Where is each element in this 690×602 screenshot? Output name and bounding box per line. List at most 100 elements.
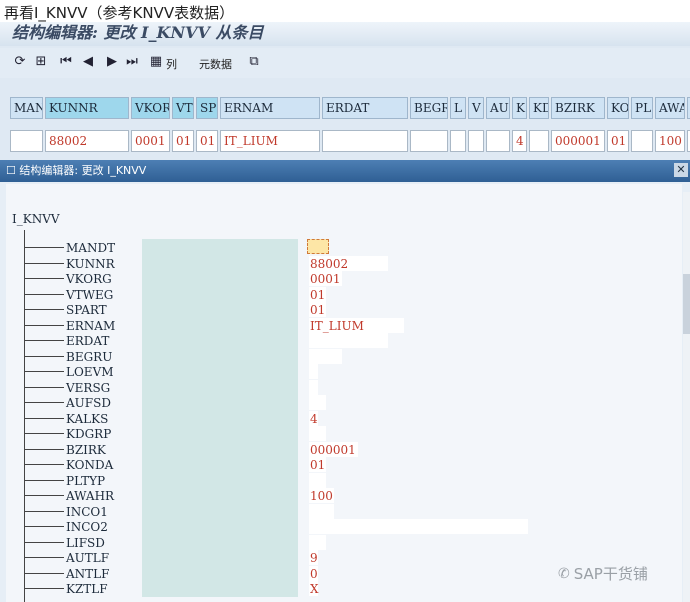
field-type-bar — [142, 425, 298, 442]
column-header[interactable]: BEGR — [410, 97, 448, 119]
grid-cell[interactable]: 0001 — [131, 130, 170, 152]
grid-cell[interactable] — [10, 130, 43, 152]
field-value[interactable] — [309, 395, 326, 410]
grid-cell[interactable]: 000001 — [551, 130, 605, 152]
field-type-bar — [142, 347, 298, 365]
field-value[interactable] — [309, 333, 388, 348]
grid-cell[interactable]: 4 — [512, 130, 527, 152]
grid-cell[interactable] — [322, 130, 408, 152]
columns-button[interactable]: 列 — [166, 56, 177, 72]
grid-cell[interactable] — [410, 130, 448, 152]
grid-cell[interactable]: 01 — [196, 130, 218, 152]
column-header[interactable]: ERDAT — [322, 97, 408, 119]
last-page-icon[interactable]: ⏭ — [124, 54, 140, 70]
field-value[interactable]: 000001 — [309, 441, 358, 457]
column-header[interactable]: VT — [172, 97, 194, 119]
grid-cell[interactable]: 100 — [655, 130, 685, 152]
column-header[interactable]: KUNNR — [45, 97, 129, 119]
field-type-bar — [142, 316, 298, 334]
tree-branch — [24, 371, 64, 372]
field-value[interactable]: 4 — [309, 410, 318, 426]
column-header[interactable]: K — [512, 97, 527, 119]
scroll-thumb[interactable] — [683, 274, 690, 334]
grid-cell[interactable] — [450, 130, 466, 152]
field-value[interactable]: 88002 — [309, 255, 388, 271]
columns-icon[interactable]: ▦ — [148, 54, 164, 70]
tree-field-row: KALKS 4 — [24, 409, 624, 427]
grid-cell[interactable] — [529, 130, 549, 152]
tree-field-row: VERSG — [24, 378, 624, 396]
field-value[interactable] — [309, 472, 326, 488]
grid-cell[interactable]: 01 — [172, 130, 194, 152]
field-value[interactable]: 0001 — [309, 271, 342, 286]
column-header[interactable]: VKOR — [131, 97, 170, 119]
field-value[interactable] — [309, 426, 326, 441]
tree-branch — [24, 262, 64, 264]
grid-cell[interactable] — [486, 130, 510, 152]
metadata-button[interactable]: 元数据 — [199, 56, 232, 72]
field-name: BEGRU — [66, 349, 113, 364]
field-value[interactable]: 9 — [309, 550, 318, 565]
column-header[interactable]: KO — [607, 97, 629, 119]
tree-field-row: VTWEG 01 — [24, 285, 624, 303]
field-value[interactable]: 0 — [309, 565, 318, 581]
grid-cell[interactable]: IT_LIUM — [220, 130, 320, 152]
grid-cell[interactable]: 01 — [607, 130, 629, 152]
toolbar: ⟳ ⊞ ⏮ ◀ ▶ ⏭ ▦ 列 元数据 ⧉ — [0, 48, 690, 78]
field-value[interactable] — [309, 364, 318, 379]
previous-icon[interactable]: ◀ — [80, 54, 96, 70]
field-name: KUNNR — [66, 256, 115, 271]
field-value[interactable]: 100 — [309, 488, 334, 503]
tree-branch — [24, 448, 64, 450]
field-name: SPART — [66, 303, 107, 317]
field-value[interactable] — [309, 519, 528, 534]
grid-cell[interactable] — [631, 130, 653, 152]
mandt-cursor-field[interactable] — [307, 239, 329, 254]
tree-field-row: KONDA 01 — [24, 456, 624, 473]
tree-branch — [24, 464, 64, 465]
field-type-bar — [142, 409, 298, 427]
grid-cell[interactable] — [468, 130, 484, 152]
field-type-bar — [142, 471, 298, 489]
close-icon[interactable]: ✕ — [674, 163, 688, 177]
tree-field-row: PLTYP — [24, 471, 624, 489]
column-header[interactable]: AU — [486, 97, 510, 119]
tree-branch — [24, 386, 64, 388]
field-value[interactable] — [309, 348, 342, 364]
field-type-bar — [142, 564, 298, 582]
field-value[interactable]: 01 — [309, 457, 326, 472]
column-header[interactable]: BZIRK — [551, 97, 605, 119]
column-header[interactable]: V — [468, 97, 484, 119]
field-value[interactable] — [309, 534, 326, 550]
field-value[interactable] — [309, 379, 318, 395]
tree-field-row: KZTLF X — [24, 580, 624, 597]
column-header[interactable]: AWA — [655, 97, 685, 119]
tree-branch — [24, 510, 64, 512]
field-name: LIFSD — [66, 535, 105, 550]
next-icon[interactable]: ▶ — [104, 54, 120, 70]
first-page-icon[interactable]: ⏮ — [58, 54, 74, 70]
vertical-scrollbar[interactable] — [683, 192, 690, 602]
field-type-bar — [142, 301, 298, 318]
column-header[interactable]: ERNAM — [220, 97, 320, 119]
field-value[interactable]: 01 — [309, 302, 326, 317]
field-value[interactable]: X — [309, 581, 319, 596]
tree-field-row: ERNAM IT_LIUM — [24, 316, 624, 334]
column-header[interactable]: MAN — [10, 97, 43, 119]
column-header[interactable]: PL — [631, 97, 653, 119]
copy-icon[interactable]: ⧉ — [246, 54, 262, 70]
field-type-bar — [142, 363, 298, 380]
grid-cell[interactable]: 88002 — [45, 130, 129, 152]
field-name: KONDA — [66, 458, 114, 472]
refresh-icon[interactable]: ⟳ — [12, 54, 28, 70]
field-value[interactable]: IT_LIUM — [309, 317, 404, 333]
tree-field-row: BZIRK 000001 — [24, 440, 624, 458]
watermark: ✆ SAP干货铺 — [558, 565, 648, 583]
column-header[interactable]: KD — [529, 97, 549, 119]
tree-branch — [24, 541, 64, 543]
field-value[interactable]: 01 — [309, 286, 326, 302]
column-header[interactable]: SP — [196, 97, 218, 119]
field-value[interactable] — [309, 503, 334, 519]
hierarchy-icon[interactable]: ⊞ — [33, 54, 49, 70]
column-header[interactable]: L — [450, 97, 466, 119]
